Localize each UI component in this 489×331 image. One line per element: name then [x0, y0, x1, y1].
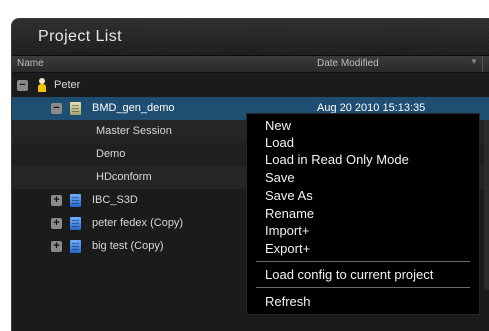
menu-item-load-read-only[interactable]: Load in Read Only Mode — [265, 152, 409, 167]
tree-label-session: Master Session — [96, 125, 172, 137]
tree-label-session: HDconform — [96, 171, 152, 183]
menu-item-new[interactable]: New — [265, 118, 291, 133]
column-header-name[interactable]: Name — [17, 58, 44, 69]
menu-item-save-as[interactable]: Save As — [265, 188, 313, 203]
menu-item-export[interactable]: Export+ — [265, 241, 310, 256]
tree-row-user[interactable]: − Peter — [12, 74, 489, 97]
project-icon — [70, 102, 81, 115]
tree-label-project: big test (Copy) — [92, 240, 164, 252]
tree-label-project: peter fedex (Copy) — [92, 217, 184, 229]
menu-separator — [256, 261, 470, 262]
column-header-bar: Name Date Modified ▼ — [12, 56, 489, 73]
panel-titlebar: Project List — [12, 19, 489, 56]
menu-separator — [256, 287, 470, 288]
context-menu: New Load Load in Read Only Mode Save Sav… — [246, 113, 480, 315]
user-icon — [36, 78, 48, 93]
expand-icon[interactable]: + — [51, 195, 62, 206]
expand-icon[interactable]: + — [51, 218, 62, 229]
column-divider[interactable] — [482, 56, 483, 72]
menu-item-load-config[interactable]: Load config to current project — [265, 267, 433, 282]
menu-item-refresh[interactable]: Refresh — [265, 294, 311, 309]
tree-label-session: Demo — [96, 148, 126, 160]
sort-arrow-icon[interactable]: ▼ — [470, 57, 478, 66]
project-icon — [70, 194, 81, 207]
tree-label-project: BMD_gen_demo — [92, 102, 175, 114]
tree-label-project: IBC_S3D — [92, 194, 138, 206]
menu-item-rename[interactable]: Rename — [265, 206, 314, 221]
panel-title: Project List — [38, 28, 122, 45]
expand-icon[interactable]: + — [51, 241, 62, 252]
collapse-icon[interactable]: − — [17, 80, 28, 91]
menu-item-save[interactable]: Save — [265, 170, 295, 185]
column-edge-strip — [484, 120, 489, 290]
project-icon — [70, 217, 81, 230]
tree-label-user: Peter — [54, 79, 81, 91]
collapse-icon[interactable]: − — [51, 103, 62, 114]
project-icon — [70, 240, 81, 253]
menu-item-load[interactable]: Load — [265, 135, 294, 150]
column-header-date-modified[interactable]: Date Modified — [317, 58, 379, 69]
menu-item-import[interactable]: Import+ — [265, 223, 309, 238]
